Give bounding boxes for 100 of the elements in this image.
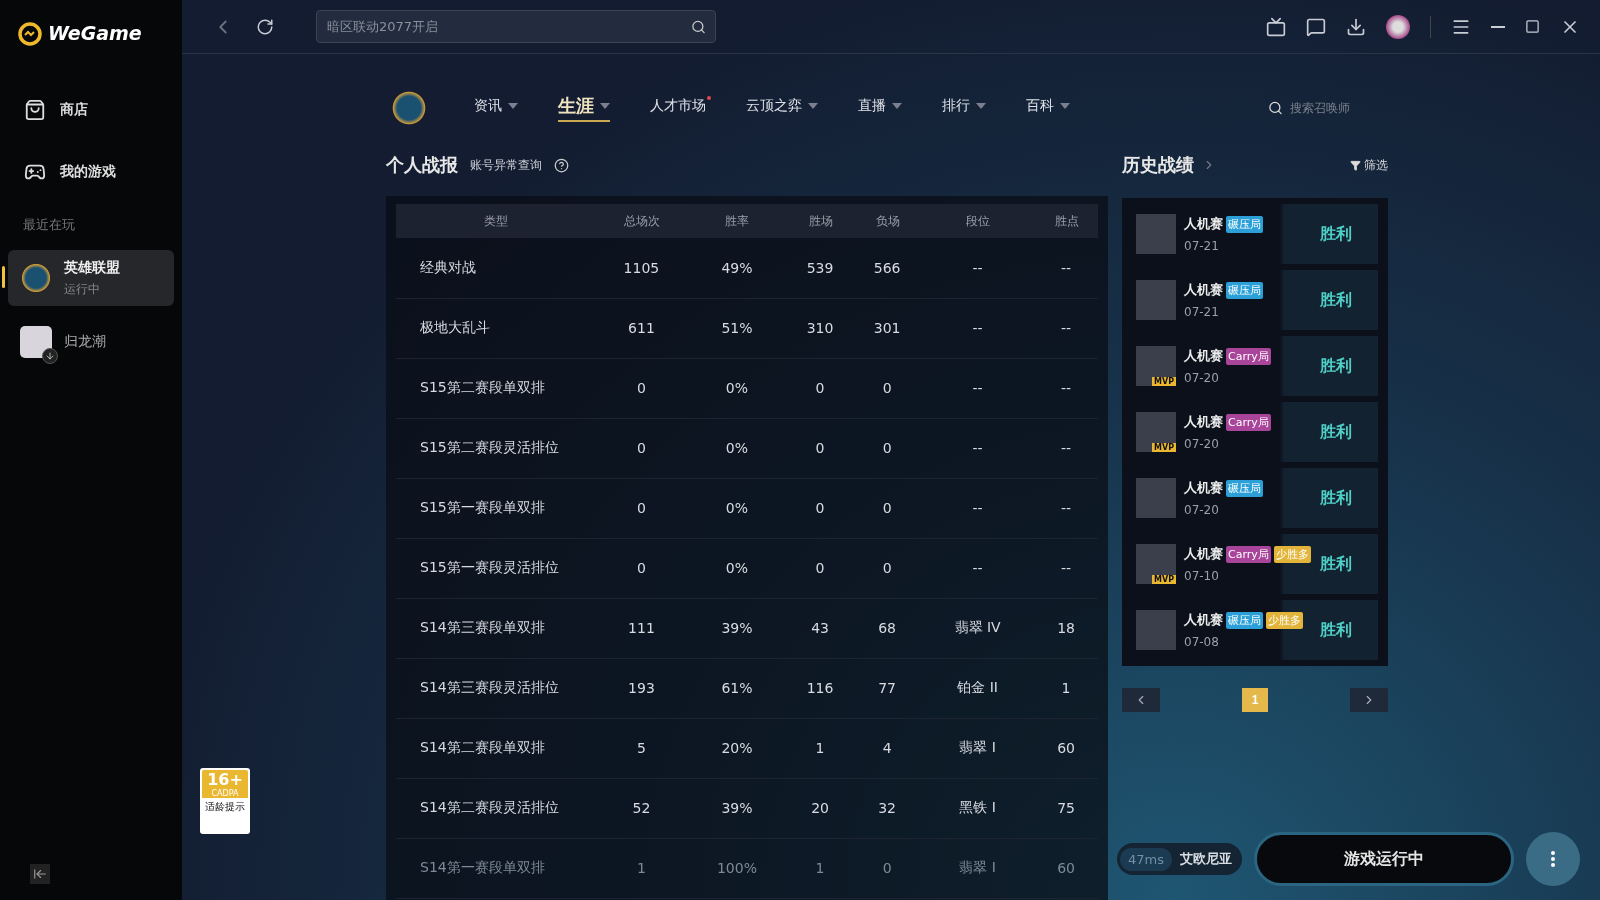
maximize-button[interactable]: [1525, 19, 1540, 34]
table-cell: 0: [596, 418, 688, 478]
match-date: 07-08: [1184, 635, 1220, 649]
filter-button[interactable]: 筛选: [1350, 156, 1388, 174]
recent-game-item[interactable]: 归龙潮: [8, 314, 174, 370]
table-cell: 566: [854, 238, 922, 298]
game-name: 归龙潮: [64, 333, 106, 351]
help-icon[interactable]: [554, 157, 569, 173]
table-cell: 0: [596, 478, 688, 538]
column-header: 胜率: [687, 204, 788, 238]
table-cell: --: [1035, 298, 1098, 358]
table-cell: 0: [596, 358, 688, 418]
caret-icon: [808, 103, 818, 109]
nav-tab[interactable]: 云顶之弈: [746, 97, 818, 119]
account-check-link[interactable]: 账号异常查询: [470, 156, 542, 174]
match-tag: 碾压局: [1226, 611, 1263, 629]
nav-tab[interactable]: 排行: [942, 97, 986, 119]
table-cell: 0: [787, 538, 855, 598]
sidebar-item[interactable]: 我的游戏: [8, 150, 174, 194]
match-tag: 碾压局: [1226, 281, 1263, 299]
summoner-search-field[interactable]: 搜索召唤师: [1268, 100, 1370, 116]
sidebar-item[interactable]: 商店: [8, 88, 174, 132]
nav-tab[interactable]: 生涯: [558, 94, 610, 122]
table-cell: 0: [854, 838, 922, 898]
table-cell: 310: [787, 298, 855, 358]
table-cell: --: [1035, 358, 1098, 418]
table-cell: 0%: [687, 418, 788, 478]
match-date: 07-10: [1184, 569, 1220, 583]
search-icon: [1268, 100, 1283, 116]
match-result: 胜利: [1320, 619, 1352, 641]
table-cell: 51%: [687, 298, 788, 358]
table-cell: 翡翠 IV: [921, 598, 1036, 658]
table-cell: 52: [596, 778, 688, 838]
table-cell: 39%: [687, 778, 788, 838]
table-cell: 0%: [687, 478, 788, 538]
table-cell: S15第一赛段单双排: [396, 478, 596, 538]
table-cell: 1: [1035, 658, 1098, 718]
match-mode: 人机赛: [1184, 479, 1223, 497]
collapse-arrow-icon: [33, 867, 47, 881]
match-result: 胜利: [1320, 223, 1352, 245]
launch-button[interactable]: 游戏运行中: [1254, 832, 1514, 886]
nav-tab[interactable]: 百科: [1026, 97, 1070, 119]
champion-portrait: [1136, 610, 1176, 650]
collapse-sidebar-button[interactable]: [30, 864, 50, 884]
table-cell: S15第一赛段灵活排位: [396, 538, 596, 598]
match-result: 胜利: [1320, 553, 1352, 575]
maximize-icon: [1525, 19, 1540, 34]
table-cell: 32: [854, 778, 922, 838]
match-date: 07-21: [1184, 305, 1220, 319]
table-cell: 0: [854, 418, 922, 478]
match-tag: 少胜多: [1273, 545, 1311, 563]
table-cell: 39%: [687, 598, 788, 658]
download-icon: [1346, 16, 1366, 37]
search-icon: [691, 19, 706, 34]
table-cell: 100%: [687, 838, 788, 898]
section-title: 历史战绩: [1122, 153, 1194, 177]
table-cell: --: [921, 538, 1036, 598]
search-field[interactable]: 暗区联动2077开启: [316, 10, 716, 43]
table-cell: --: [921, 238, 1036, 298]
minimize-icon: [1491, 25, 1505, 28]
nav-tab[interactable]: 资讯: [474, 97, 518, 119]
table-cell: 20: [787, 778, 855, 838]
refresh-icon: [256, 17, 274, 36]
match-result: 胜利: [1320, 421, 1352, 443]
table-cell: 极地大乱斗: [396, 298, 596, 358]
server-selector[interactable]: 47ms 艾欧尼亚: [1117, 843, 1242, 875]
table-cell: 0: [854, 478, 922, 538]
download-button[interactable]: [1346, 16, 1366, 37]
column-header: 段位: [921, 204, 1036, 238]
table-cell: 20%: [687, 718, 788, 778]
table-cell: 0: [854, 358, 922, 418]
match-date: 07-20: [1184, 371, 1220, 385]
table-cell: --: [1035, 238, 1098, 298]
table-cell: 0%: [687, 358, 788, 418]
minimize-button[interactable]: [1491, 25, 1505, 28]
tv-button[interactable]: [1266, 16, 1286, 37]
table-cell: 43: [787, 598, 855, 658]
caret-icon: [976, 103, 986, 109]
table-cell: --: [1035, 538, 1098, 598]
message-button[interactable]: [1306, 16, 1326, 37]
match-mode: 人机赛: [1184, 413, 1223, 431]
champion-portrait: [1136, 280, 1176, 320]
mvp-badge: MVP: [1152, 443, 1176, 452]
user-avatar[interactable]: [1386, 14, 1410, 39]
refresh-button[interactable]: [256, 17, 274, 36]
ping-badge: 47ms: [1120, 847, 1172, 871]
table-cell: --: [921, 358, 1036, 418]
table-cell: 翡翠 I: [921, 718, 1036, 778]
table-cell: 0: [854, 538, 922, 598]
match-mode: 人机赛: [1184, 611, 1223, 629]
table-cell: 0: [787, 418, 855, 478]
table-cell: 61%: [687, 658, 788, 718]
server-name: 艾欧尼亚: [1180, 850, 1232, 868]
nav-tab[interactable]: 直播: [858, 97, 902, 119]
table-cell: 黑铁 I: [921, 778, 1036, 838]
match-tag: Carry局: [1226, 545, 1271, 563]
match-mode: 人机赛: [1184, 215, 1223, 233]
nav-tab[interactable]: 人才市场: [650, 97, 706, 119]
table-cell: 60: [1035, 718, 1098, 778]
table-cell: --: [921, 298, 1036, 358]
